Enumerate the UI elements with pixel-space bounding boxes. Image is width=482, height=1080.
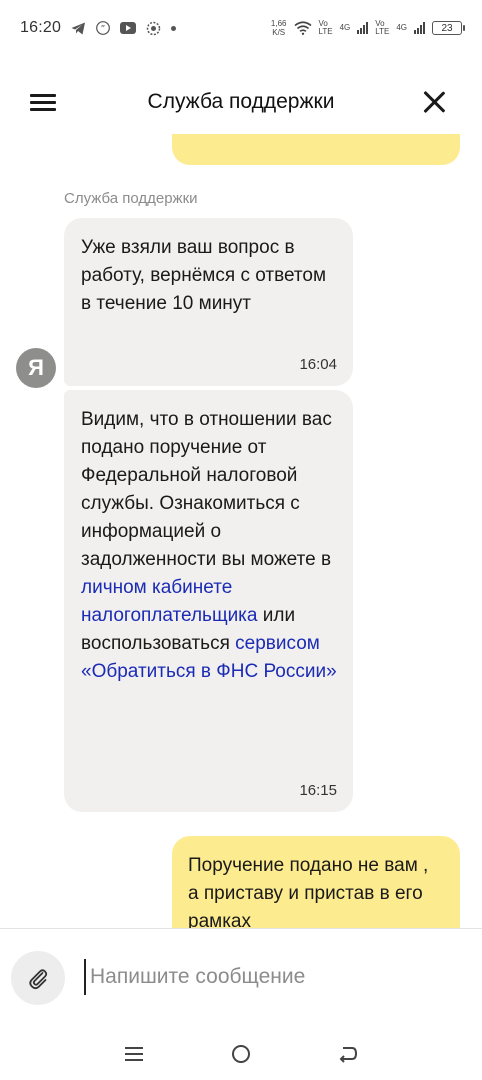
back-nav-icon[interactable] <box>328 1034 368 1074</box>
sim2-tag-bottom: LTE <box>375 27 390 36</box>
network-speed-value: 1,66 <box>270 19 287 28</box>
sim2-net-label: 4G <box>396 23 407 32</box>
support-message: Видим, что в отношении вас подано поруче… <box>64 390 353 812</box>
user-message-partial <box>172 134 460 165</box>
system-navbar <box>0 1028 482 1080</box>
status-right: 1,66 K/S Vo LTE 4G Vo LTE 4G 23 <box>271 19 465 37</box>
status-bar: 16:20 ” 1,66 K/S Vo LTE 4G Vo LTE 4G 23 <box>0 0 482 56</box>
telegram-icon <box>71 22 86 35</box>
chat-header: Служба поддержки <box>0 70 482 134</box>
attach-button[interactable] <box>11 951 65 1005</box>
home-nav-icon[interactable] <box>221 1034 261 1074</box>
signal-icon <box>357 22 369 34</box>
support-message: Уже взяли ваш вопрос в работу, вернёмся … <box>64 218 353 386</box>
wifi-icon <box>293 21 312 35</box>
avatar: Я <box>16 348 56 388</box>
message-text-part1: Видим, что в отношении вас подано поруче… <box>81 409 332 570</box>
network-speed-unit: K/S <box>272 28 286 37</box>
user-message: Поручение подано не вам , а приставу и п… <box>172 836 460 928</box>
sim1-tag-bottom: LTE <box>318 27 333 36</box>
message-text: Уже взяли ваш вопрос в работу, вернёмся … <box>81 237 327 314</box>
status-time: 16:20 <box>20 19 62 36</box>
menu-nav-icon[interactable] <box>114 1034 154 1074</box>
youtube-icon <box>120 22 137 34</box>
sim1-network: 4G <box>340 24 351 32</box>
sim1-volte-tag: Vo LTE <box>319 20 333 36</box>
network-speed: 1,66 K/S <box>271 19 287 37</box>
message-time: 16:15 <box>299 782 337 799</box>
taxpayer-account-link[interactable]: личном кабинете налогоплательщика <box>81 577 257 626</box>
signal-icon-2 <box>414 22 425 34</box>
battery-level: 23 <box>441 22 453 34</box>
paperclip-icon <box>29 969 48 990</box>
close-icon[interactable] <box>422 90 446 114</box>
message-composer <box>0 928 482 1028</box>
message-input[interactable] <box>84 959 464 995</box>
sim2-network: 4G <box>396 24 407 32</box>
message-time: 16:04 <box>299 356 337 373</box>
user-message-text: Поручение подано не вам , а приставу и п… <box>188 855 429 928</box>
sim1-net-label: 4G <box>339 23 351 32</box>
avatar-letter: Я <box>28 355 44 380</box>
sender-name: Служба поддержки <box>64 190 198 207</box>
svg-text:”: ” <box>101 25 106 35</box>
more-notifications-dot <box>171 25 177 31</box>
page-title: Служба поддержки <box>147 90 335 113</box>
battery-icon: 23 <box>432 21 465 35</box>
quote-icon: ” <box>96 21 110 35</box>
sim2-volte-tag: Vo LTE <box>375 20 389 36</box>
notification-icon <box>146 21 161 36</box>
chat-feed[interactable]: Служба поддержки Уже взяли ваш вопрос в … <box>0 134 482 928</box>
status-left: 16:20 ” <box>20 19 177 37</box>
